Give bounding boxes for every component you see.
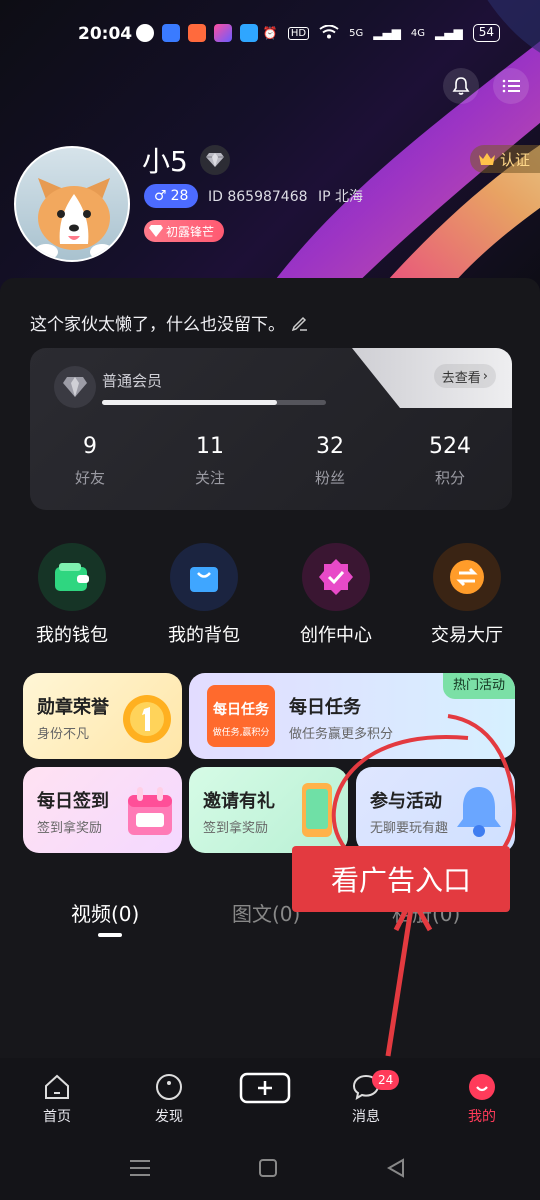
recent-apps-icon[interactable] [128,1158,152,1178]
home-square-icon[interactable] [258,1158,278,1178]
nav-add[interactable] [225,1072,305,1106]
profile-icon [442,1072,522,1102]
nav-label: 发现 [155,1109,183,1125]
message-count-badge: 24 [372,1070,400,1090]
nav-profile[interactable]: 我的 [442,1072,522,1126]
discover-icon [129,1072,209,1102]
home-icon [17,1072,97,1102]
ad-annotation-overlay [331,714,517,1057]
add-icon [225,1072,305,1104]
bottom-nav: 首页 发现 消息 24 我的 [0,1058,540,1138]
nav-label: 首页 [43,1109,71,1125]
nav-home[interactable]: 首页 [17,1072,97,1126]
nav-label: 消息 [352,1109,380,1125]
ad-entry-annotation: 看广告入口 [292,846,510,912]
nav-message[interactable]: 消息 24 [326,1070,406,1126]
nav-discover[interactable]: 发现 [129,1072,209,1126]
back-triangle-icon[interactable] [386,1158,406,1178]
nav-label: 我的 [468,1109,496,1125]
system-nav-bar [0,1140,540,1200]
